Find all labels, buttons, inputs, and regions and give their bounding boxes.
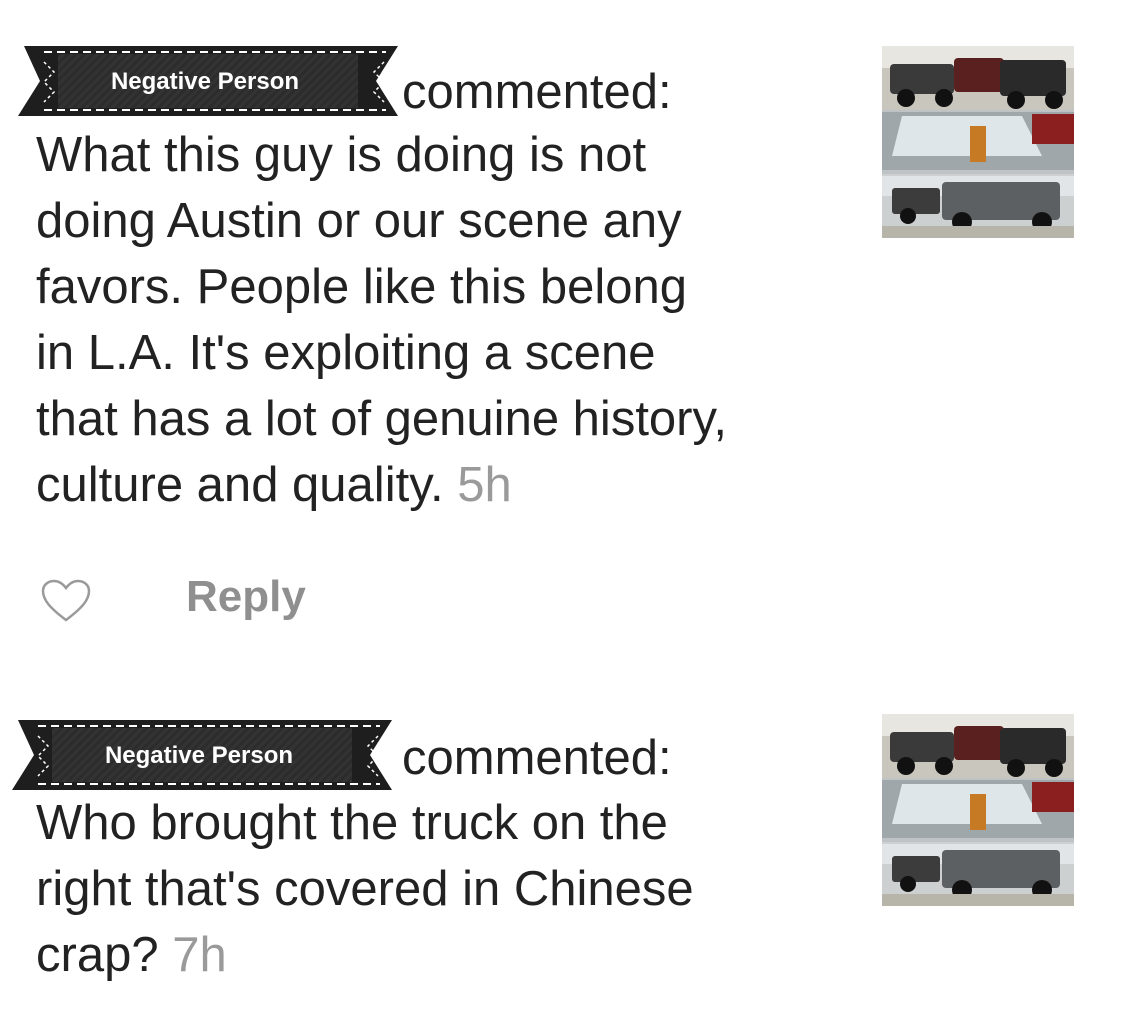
- comment-item: Negative Person commented: Who brought t…: [0, 670, 1138, 1010]
- commented-label: commented:: [402, 65, 672, 119]
- comment-line: crap? 7h: [36, 922, 836, 988]
- comment-actions: Reply: [0, 568, 600, 628]
- comment-line-text: crap?: [36, 928, 159, 982]
- trucks-photo-icon: [882, 714, 1074, 906]
- reply-button[interactable]: Reply: [186, 571, 306, 623]
- post-thumbnail[interactable]: [882, 714, 1074, 906]
- comment-body: What this guy is doing is not doing Aust…: [36, 122, 836, 518]
- heart-outline-icon[interactable]: [40, 578, 92, 624]
- comment-line: What this guy is doing is not: [36, 128, 647, 182]
- comment-line: culture and quality. 5h: [36, 452, 836, 518]
- comment-line: doing Austin or our scene any: [36, 194, 682, 248]
- timestamp: 7h: [172, 928, 227, 982]
- post-thumbnail[interactable]: [882, 46, 1074, 238]
- author-badge[interactable]: Negative Person: [8, 716, 398, 794]
- timestamp: 5h: [457, 458, 512, 512]
- comment-line: right that's covered in Chinese: [36, 862, 694, 916]
- comment-line: in L.A. It's exploiting a scene: [36, 326, 656, 380]
- comment-line-text: culture and quality.: [36, 458, 444, 512]
- author-name[interactable]: Negative Person: [74, 68, 336, 96]
- comment-item: Negative Person commented: What this guy…: [0, 0, 1138, 640]
- comment-line: that has a lot of genuine history,: [36, 392, 727, 446]
- trucks-photo-icon: [882, 46, 1074, 238]
- author-name[interactable]: Negative Person: [68, 742, 330, 770]
- comment-line: Who brought the truck on the: [36, 796, 668, 850]
- commented-label: commented:: [402, 731, 672, 785]
- comment-body: Who brought the truck on the right that'…: [36, 790, 836, 988]
- comment-line: favors. People like this belong: [36, 260, 687, 314]
- author-badge[interactable]: Negative Person: [14, 42, 404, 120]
